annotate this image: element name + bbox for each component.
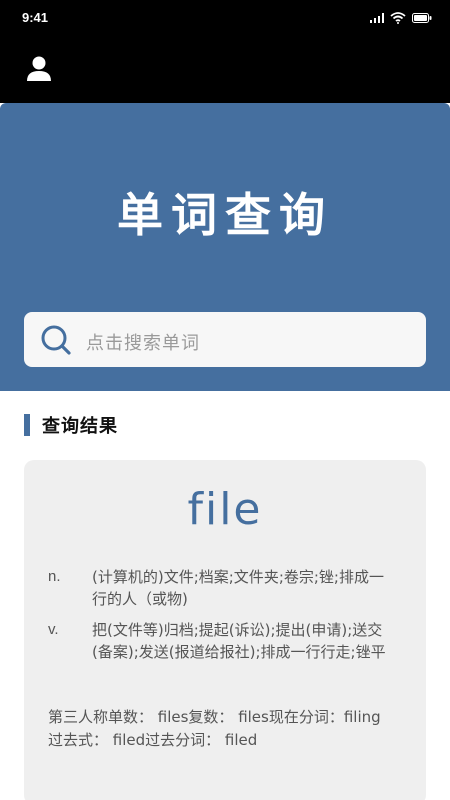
wifi-icon bbox=[390, 12, 406, 24]
status-icons bbox=[370, 12, 432, 24]
part-of-speech: n. bbox=[48, 568, 61, 585]
section-title: 查询结果 bbox=[42, 416, 118, 437]
definition-text: (计算机的)文件;档案;文件夹;卷宗;锉;排成一行的人（或物) bbox=[92, 568, 384, 608]
result-card: file n. (计算机的)文件;档案;文件夹;卷宗;锉;排成一行的人（或物) … bbox=[24, 460, 426, 800]
top-bar bbox=[0, 38, 450, 103]
page-title: 单词查询 bbox=[117, 188, 333, 242]
result-word: file bbox=[187, 484, 263, 535]
definition-row: n. (计算机的)文件;档案;文件夹;卷宗;锉;排成一行的人（或物) bbox=[48, 566, 388, 610]
word-forms: 第三人称单数： files复数： files现在分词：filing过去式： fi… bbox=[48, 708, 381, 749]
results-section-header: 查询结果 bbox=[24, 413, 118, 437]
profile-button[interactable] bbox=[24, 54, 54, 84]
definition-row: v. 把(文件等)归档;提起(诉讼);提出(申请);送交(备案);发送(报道给报… bbox=[48, 619, 388, 663]
signal-icon bbox=[370, 13, 384, 23]
part-of-speech: v. bbox=[48, 621, 59, 638]
section-accent-bar bbox=[24, 414, 30, 436]
status-time: 9:41 bbox=[22, 10, 49, 25]
search-icon bbox=[41, 325, 71, 355]
search-placeholder: 点击搜索单词 bbox=[86, 333, 200, 354]
search-input[interactable]: 点击搜索单词 bbox=[24, 312, 426, 367]
hero-banner: 单词查询 点击搜索单词 bbox=[0, 103, 450, 391]
battery-icon bbox=[412, 13, 432, 23]
user-icon bbox=[27, 56, 51, 81]
definition-text: 把(文件等)归档;提起(诉讼);提出(申请);送交(备案);发送(报道给报社);… bbox=[92, 621, 386, 661]
status-bar: 9:41 bbox=[0, 0, 450, 38]
